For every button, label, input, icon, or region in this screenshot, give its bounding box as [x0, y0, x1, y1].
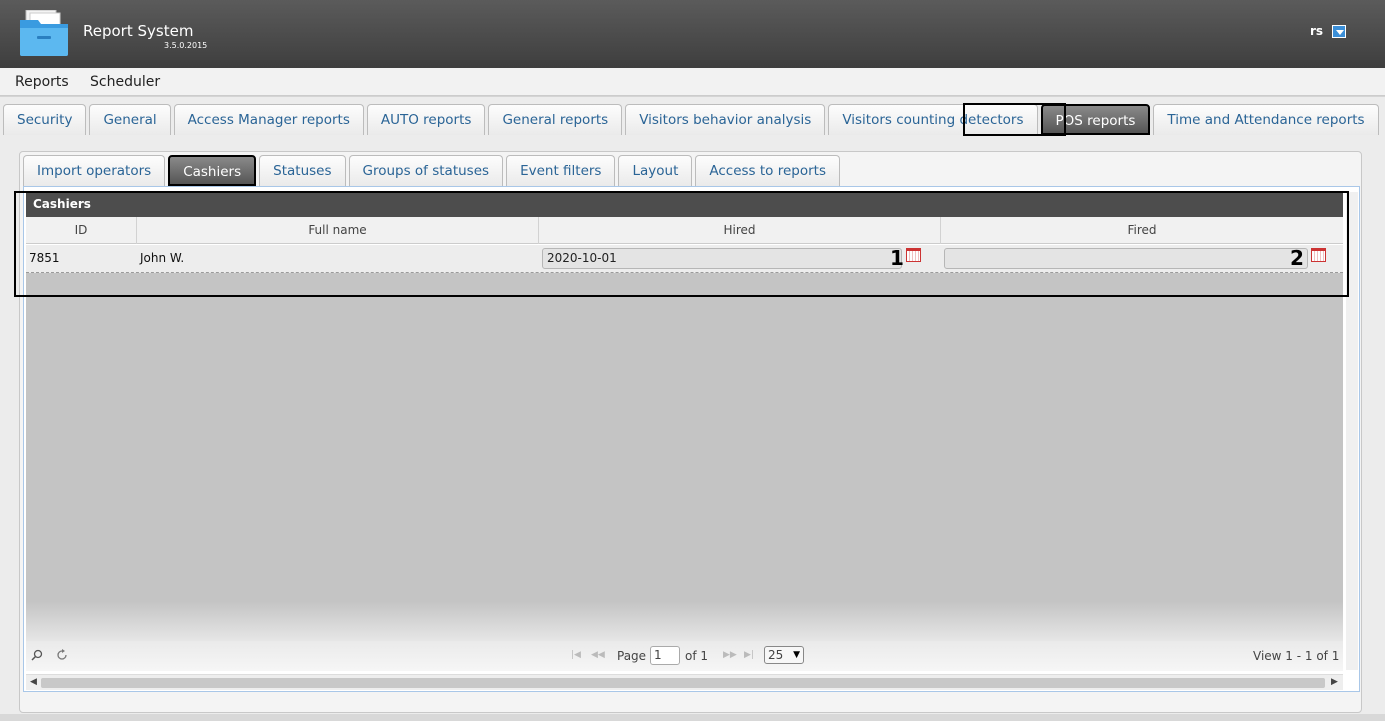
- view-records-text: View 1 - 1 of 1: [1253, 649, 1340, 663]
- menu-item-scheduler[interactable]: Scheduler: [90, 74, 160, 90]
- pos-sub-tabs: Import operators Cashiers Statuses Group…: [23, 155, 843, 186]
- search-icon[interactable]: [31, 649, 43, 661]
- tab-cashiers[interactable]: Cashiers: [168, 155, 257, 186]
- next-page-icon[interactable]: ▶▶: [723, 650, 737, 660]
- tab-groups-of-statuses[interactable]: Groups of statuses: [348, 155, 504, 186]
- tab-event-filters[interactable]: Event filters: [506, 155, 616, 186]
- highlight-frame-grid: [14, 191, 1349, 297]
- tab-auto-reports[interactable]: AUTO reports: [366, 104, 486, 135]
- prev-page-icon[interactable]: ◀◀: [591, 650, 605, 660]
- tab-import-operators[interactable]: Import operators: [23, 155, 166, 186]
- menu-item-reports[interactable]: Reports: [15, 74, 69, 90]
- page-number-input[interactable]: 1: [650, 646, 680, 665]
- scroll-left-icon[interactable]: ◀: [30, 677, 37, 687]
- select-arrow-icon: ▼: [793, 650, 800, 660]
- menu-bar: Reports Scheduler: [0, 68, 1385, 96]
- scrollbar-thumb[interactable]: [41, 678, 1325, 688]
- tab-general[interactable]: General: [89, 104, 171, 135]
- tab-visitors-behavior-analysis[interactable]: Visitors behavior analysis: [625, 104, 826, 135]
- folder-logo-icon: [20, 10, 68, 56]
- tab-statuses[interactable]: Statuses: [259, 155, 346, 186]
- tab-general-reports[interactable]: General reports: [488, 104, 623, 135]
- tab-time-and-attendance-reports[interactable]: Time and Attendance reports: [1153, 104, 1379, 135]
- user-name[interactable]: rs: [1310, 24, 1323, 38]
- tab-security[interactable]: Security: [3, 104, 87, 135]
- app-version: 3.5.0.2015: [164, 41, 208, 50]
- rows-per-page-select[interactable]: 25 ▼: [764, 646, 804, 664]
- tab-access-manager-reports[interactable]: Access Manager reports: [173, 104, 364, 135]
- grid-pager: |◀ ◀◀ Page 1 of 1 ▶▶ ▶| 25 ▼ View 1 - 1 o…: [26, 641, 1343, 671]
- page-of-label: of 1: [685, 649, 709, 663]
- app-title: Report System: [83, 22, 194, 40]
- first-page-icon[interactable]: |◀: [571, 650, 581, 660]
- report-type-tabs: Security General Access Manager reports …: [3, 104, 1382, 135]
- refresh-icon[interactable]: [56, 649, 68, 661]
- tab-layout[interactable]: Layout: [618, 155, 693, 186]
- page-label: Page: [617, 649, 647, 663]
- app-header: Report System 3.5.0.2015 rs: [0, 0, 1385, 68]
- rows-per-page-value: 25: [768, 648, 784, 662]
- scroll-right-icon[interactable]: ▶: [1331, 677, 1338, 687]
- grid-body: 7851 John W. 2020-10-01 1 2: [26, 245, 1343, 641]
- horizontal-scrollbar[interactable]: ◀ ▶: [26, 674, 1343, 690]
- footer: [0, 714, 1385, 721]
- tab-access-to-reports[interactable]: Access to reports: [695, 155, 840, 186]
- highlight-frame-tab: [963, 103, 1066, 136]
- dropdown-arrow-icon[interactable]: [1332, 25, 1346, 38]
- last-page-icon[interactable]: ▶|: [744, 650, 754, 660]
